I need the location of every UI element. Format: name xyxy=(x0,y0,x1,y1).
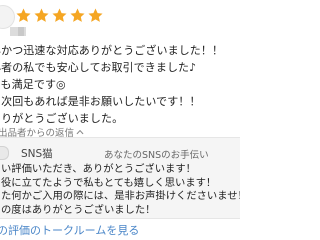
reviewer-name-redacted xyxy=(18,27,24,36)
chevron-up-icon xyxy=(76,128,84,136)
review-line: ても満足です◎ xyxy=(0,78,66,91)
star-icon xyxy=(69,7,86,24)
view-talkroom-link[interactable]: の評価のトークルームを見る xyxy=(0,222,139,238)
seller-reply-card: SNS猫 あなたのSNSのお手伝い い評価いただき、ありがとうございます！ 役に… xyxy=(0,137,240,219)
shop-subtitle: あなたのSNSのお手伝い xyxy=(104,150,209,161)
star-icon xyxy=(33,7,50,24)
reply-line: た何かご入用の際には、是非お声掛けくださいませ！ xyxy=(1,190,240,203)
reply-text: い評価いただき、ありがとうございます！ 役に立てたようで私もとても嬉しく思います… xyxy=(1,163,240,218)
review-line: 早かつ迅速な対応ありがとうございました！！ xyxy=(0,44,224,57)
review-line: た次回もあれば是非お願いしたいです！！ xyxy=(0,95,201,108)
reply-line: い評価いただき、ありがとうございます！ xyxy=(1,163,196,175)
star-icon xyxy=(51,7,68,24)
review-screen: 早かつ迅速な対応ありがとうございました！！ 心者の私でも安心してお取引できました… xyxy=(0,0,240,240)
star-rating xyxy=(15,7,104,24)
shop-avatar xyxy=(0,146,9,160)
shop-name[interactable]: SNS猫 xyxy=(21,146,53,161)
reply-line: の度はありがとうございました！ xyxy=(1,204,156,217)
review-line: 心者の私でも安心してお取引できました♪ xyxy=(0,61,197,74)
star-icon xyxy=(15,7,32,24)
reviewer-avatar xyxy=(0,5,15,29)
star-icon xyxy=(87,7,104,24)
review-text: 早かつ迅速な対応ありがとうございました！！ 心者の私でも安心してお取引できました… xyxy=(0,42,240,127)
reply-line: 役に立てたようで私もとても嬉しく思います！ xyxy=(1,176,217,189)
